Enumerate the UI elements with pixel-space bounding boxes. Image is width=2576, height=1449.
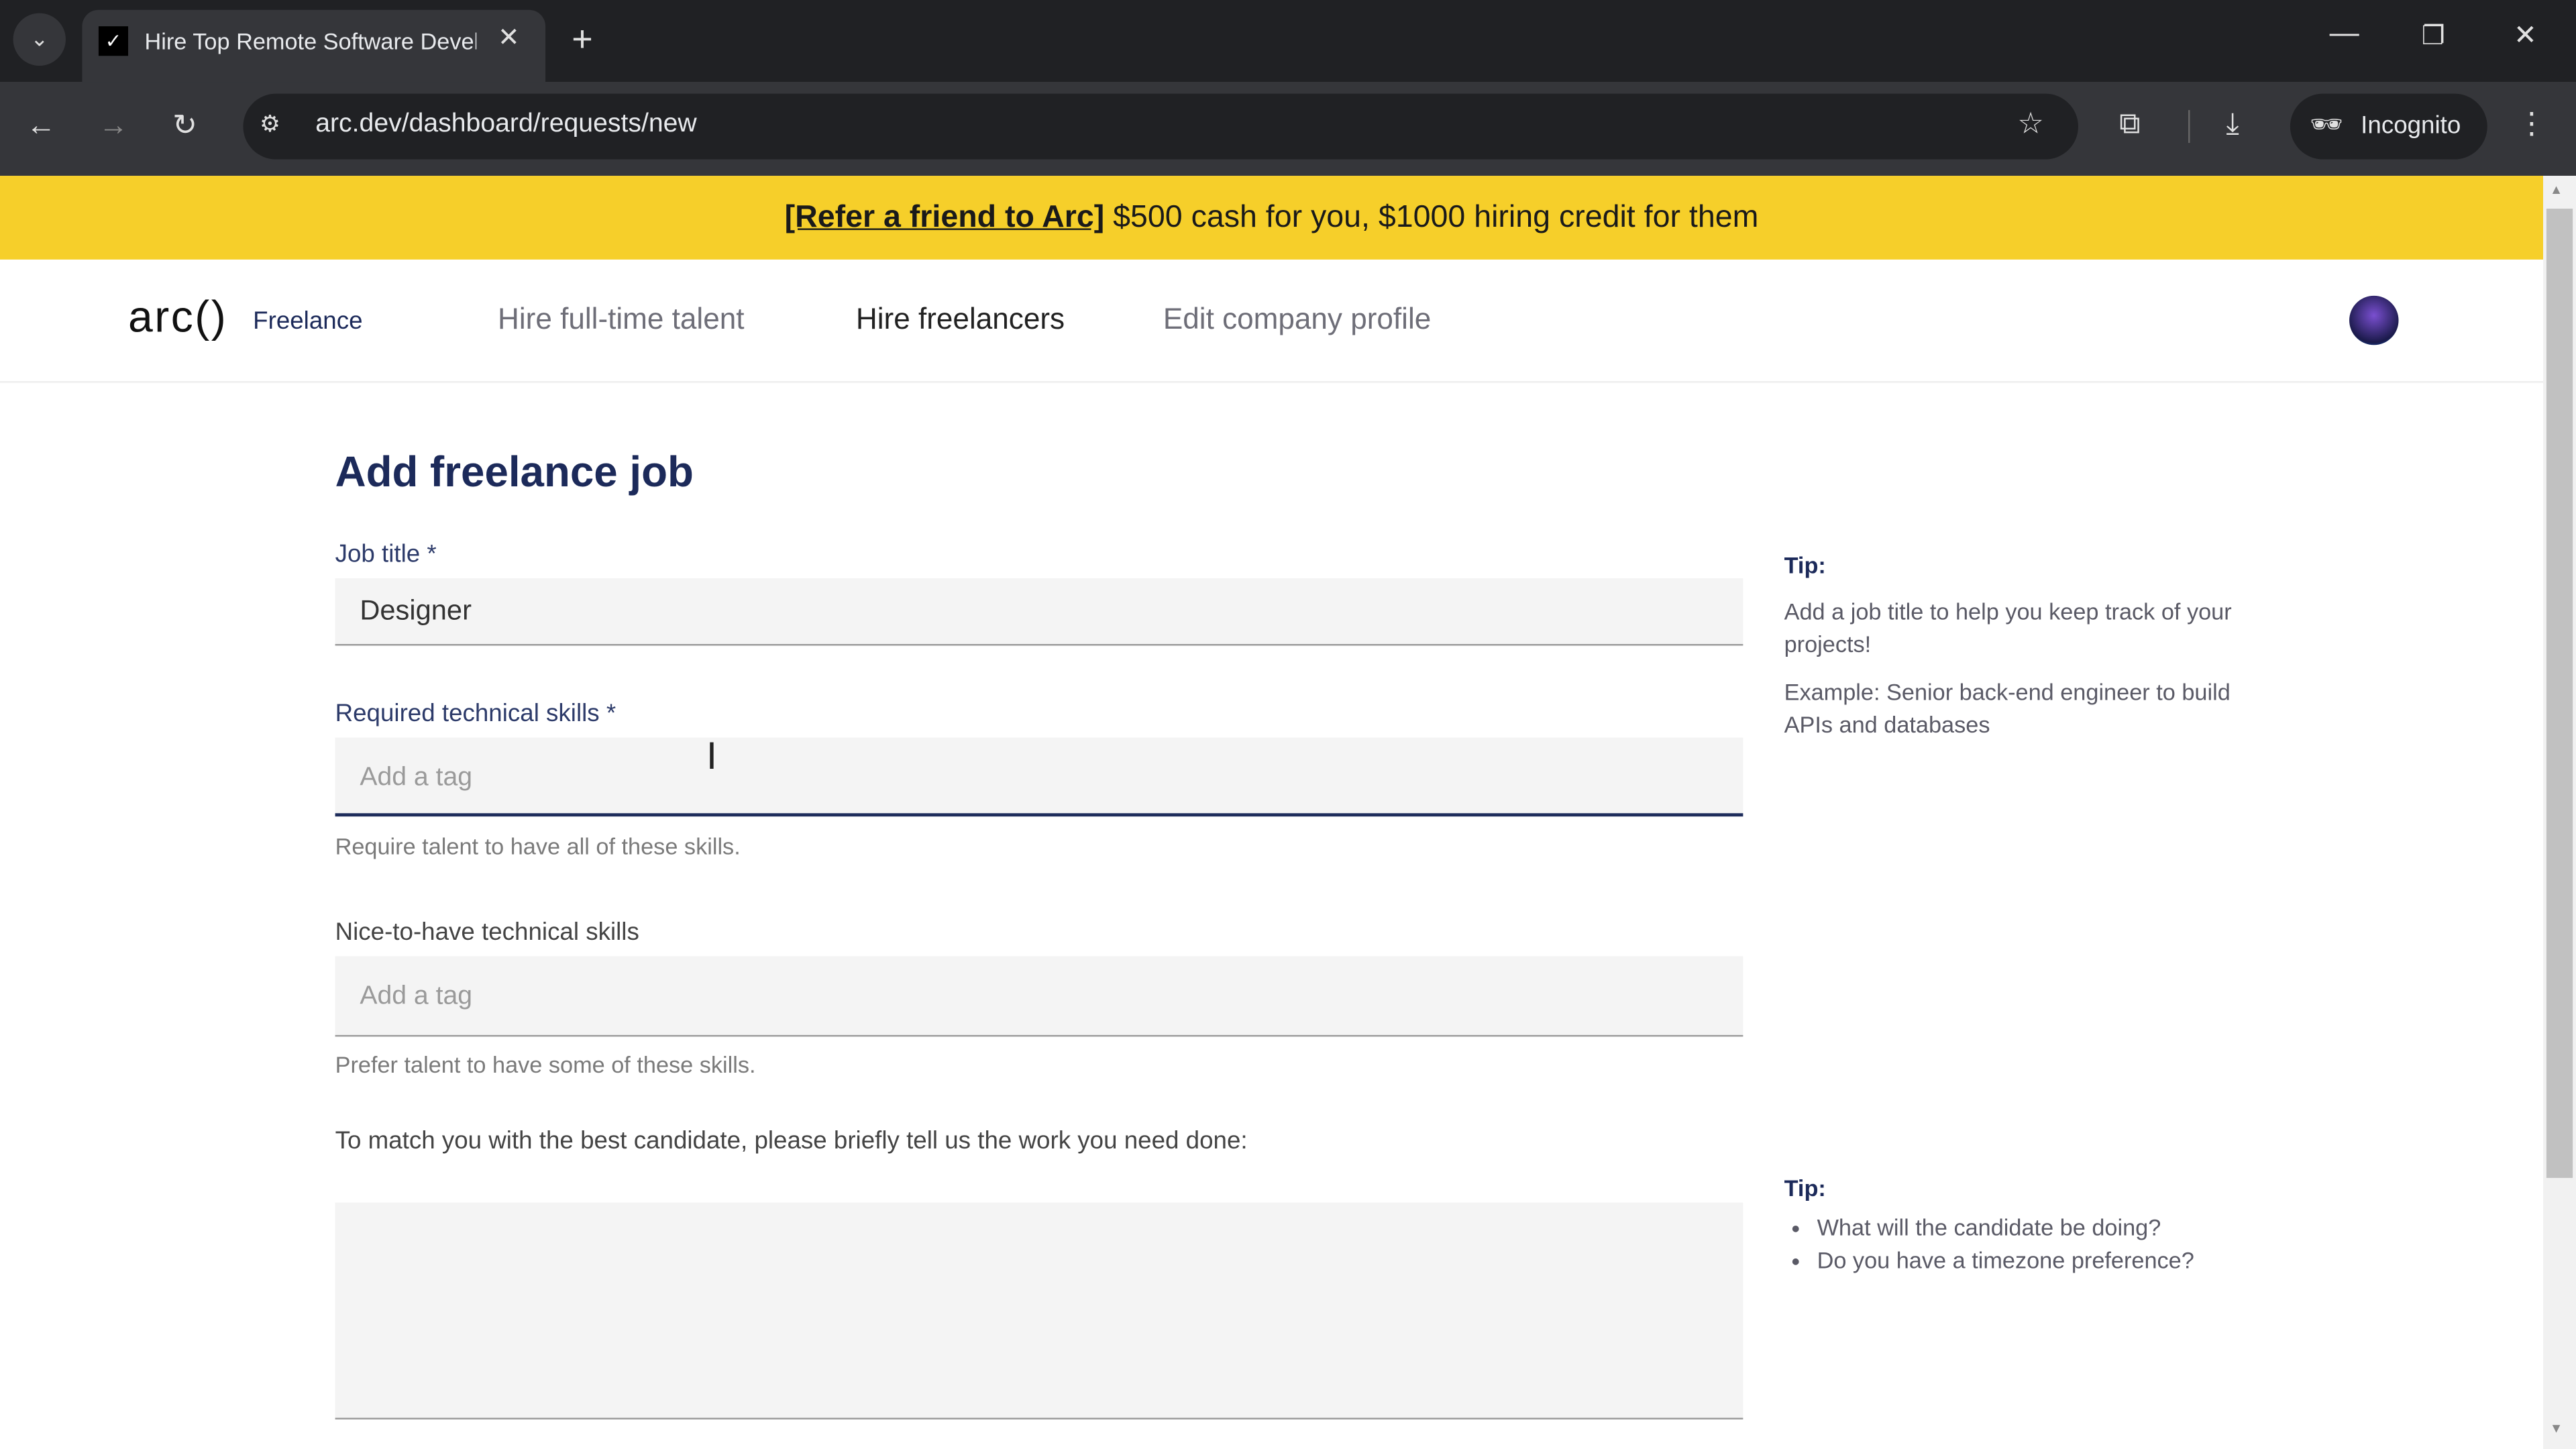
incognito-icon: 🕶 xyxy=(2310,111,2344,140)
back-icon[interactable]: ← xyxy=(26,109,56,143)
site-settings-icon[interactable]: ⚙ xyxy=(260,110,280,138)
logo-subtitle: Freelance xyxy=(253,307,363,335)
forward-icon[interactable]: → xyxy=(99,109,128,143)
scrollbar[interactable]: ▲ ▼ xyxy=(2543,176,2576,1449)
required-skills-help: Require talent to have all of these skil… xyxy=(335,833,741,859)
required-skills-placeholder: Add a tag xyxy=(360,763,473,792)
minimize-icon[interactable]: — xyxy=(2330,16,2359,50)
extensions-icon[interactable]: ⧉ xyxy=(2119,107,2140,141)
banner-text: $500 cash for you, $1000 hiring credit f… xyxy=(1104,200,1759,235)
job-title-tip: Tip: Add a job title to help you keep tr… xyxy=(1784,552,2261,741)
scroll-down-icon[interactable]: ▼ xyxy=(2550,1421,2563,1436)
avatar[interactable] xyxy=(2349,295,2399,345)
nav-hire-full-time[interactable]: Hire full-time talent xyxy=(498,303,744,337)
tab-search-icon[interactable]: ⌄ xyxy=(13,13,66,66)
referral-banner: [Refer a friend to Arc] $500 cash for yo… xyxy=(0,176,2544,260)
nav-edit-company-profile[interactable]: Edit company profile xyxy=(1163,303,1431,337)
tip-heading: Tip: xyxy=(1784,551,1826,579)
job-title-input[interactable] xyxy=(335,578,1743,646)
nice-skills-input[interactable] xyxy=(335,956,1743,1037)
close-tab-icon[interactable]: ✕ xyxy=(498,21,520,54)
tip-text: Add a job title to help you keep track o… xyxy=(1784,598,2232,657)
job-title-label: Job title * xyxy=(335,540,437,569)
required-skills-label: Required technical skills * xyxy=(335,700,616,728)
nice-skills-help: Prefer talent to have some of these skil… xyxy=(335,1051,756,1078)
nice-skills-placeholder: Add a tag xyxy=(360,982,473,1011)
restore-icon[interactable]: ❐ xyxy=(2422,19,2445,52)
download-icon[interactable]: ⤓ xyxy=(2226,107,2239,141)
text-cursor-icon: Ⅰ xyxy=(706,736,717,777)
favicon-icon: ✓ xyxy=(98,26,129,56)
tip-example: Example: Senior back-end engineer to bui… xyxy=(1784,678,2231,738)
incognito-label: Incognito xyxy=(2361,111,2461,140)
arc-logo[interactable]: arc() xyxy=(128,292,227,343)
close-window-icon[interactable]: ✕ xyxy=(2514,19,2537,52)
description-textarea[interactable] xyxy=(335,1202,1743,1419)
page-title: Add freelance job xyxy=(335,447,694,496)
bookmark-star-icon[interactable]: ☆ xyxy=(2017,107,2044,141)
refer-link[interactable]: [Refer a friend to Arc] xyxy=(785,201,1105,235)
new-tab-icon[interactable]: + xyxy=(572,18,592,61)
scroll-up-icon[interactable]: ▲ xyxy=(2550,182,2563,197)
url-text[interactable]: arc.dev/dashboard/requests/new xyxy=(315,110,697,140)
divider xyxy=(2188,110,2190,144)
required-skills-input[interactable] xyxy=(335,737,1743,817)
menu-icon[interactable]: ⋮ xyxy=(2517,107,2546,141)
description-tip: Tip: What will the candidate be doing? D… xyxy=(1784,1175,2277,1277)
job-title-value: Designer xyxy=(360,594,472,627)
tip-bullet: What will the candidate be doing? xyxy=(1817,1211,2277,1244)
reload-icon[interactable]: ↻ xyxy=(172,109,197,143)
tip-bullet: Do you have a timezone preference? xyxy=(1817,1244,2277,1277)
nav-hire-freelancers[interactable]: Hire freelancers xyxy=(856,303,1065,337)
tip-heading: Tip: xyxy=(1784,1175,1826,1201)
nice-skills-label: Nice-to-have technical skills xyxy=(335,918,639,947)
tab-title: Hire Top Remote Software Developers xyxy=(144,28,477,54)
scrollbar-thumb[interactable] xyxy=(2546,209,2573,1178)
description-label: To match you with the best candidate, pl… xyxy=(335,1127,1248,1155)
